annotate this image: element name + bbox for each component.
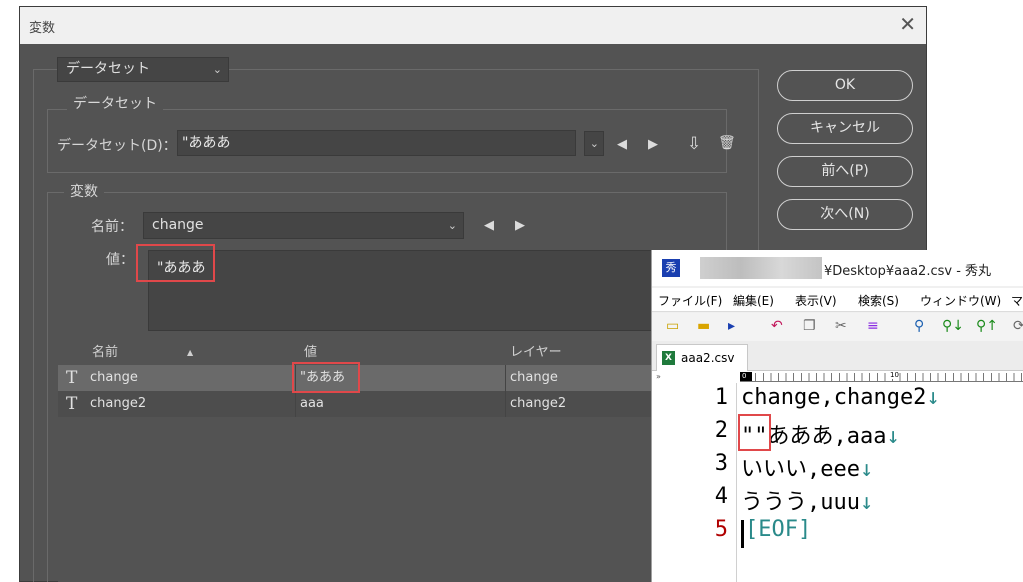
chevron-down-icon: ⌄ (589, 137, 599, 150)
hidemaru-title: ¥Desktop¥aaa2.csv - 秀丸 (824, 264, 992, 279)
line-number: 1 (714, 385, 728, 410)
sort-ascending-icon: ▲ (187, 348, 194, 357)
dataset-dropdown-button[interactable]: ⌄ (584, 131, 604, 156)
import-icon[interactable]: ⇩ (687, 134, 701, 154)
menu-macro[interactable]: マ (1011, 292, 1023, 309)
search-down-icon[interactable]: ⚲↓ (942, 318, 964, 334)
line-number: 4 (714, 484, 728, 509)
dialog-titlebar: 変数 ✕ (20, 7, 926, 44)
code-text: ううう,uuu (741, 490, 860, 515)
type-dropdown[interactable]: データセット ⌄ (57, 57, 229, 82)
hidemaru-titlebar: 秀 ¥Desktop¥aaa2.csv - 秀丸 (652, 250, 1023, 286)
open-folder-icon[interactable]: ▬ (697, 318, 710, 334)
menu-view[interactable]: 表示(V) (795, 292, 837, 309)
excel-file-icon: X (662, 351, 675, 365)
column-header-name[interactable]: 名前 (92, 341, 118, 365)
text-layer-icon: T (66, 368, 78, 388)
menu-file[interactable]: ファイル(F) (658, 292, 722, 309)
column-ruler: 0 10 (740, 371, 1023, 382)
hidemaru-app-icon: 秀 (662, 259, 680, 277)
newline-mark: ↓ (926, 385, 940, 410)
quote-highlight-box (738, 414, 771, 451)
eof-marker: [EOF] (745, 517, 812, 542)
code-line: change,change2↓ (741, 385, 940, 410)
code-text: いいい,eee (741, 457, 860, 482)
menu-window[interactable]: ウィンドウ(W) (920, 292, 1001, 309)
row-name: change (86, 365, 296, 391)
ruler-start: 0 (740, 372, 752, 381)
dataset-label: データセット(D)： (57, 138, 177, 154)
code-text: change,change2 (741, 385, 927, 410)
cut-icon[interactable]: ✂ (835, 318, 847, 334)
dataset-next-icon[interactable]: ▶ (648, 137, 658, 152)
menu-search[interactable]: 検索(S) (858, 292, 899, 309)
ruler-tick-10: 10 (890, 371, 899, 379)
ok-button[interactable]: OK (777, 70, 913, 101)
code-line: いいい,eee↓ (741, 451, 873, 483)
save-icon[interactable]: ▸ (728, 318, 735, 334)
variable-next-icon[interactable]: ▶ (515, 218, 525, 233)
dialog-title: 変数 (29, 21, 56, 36)
line-number: 2 (714, 418, 728, 443)
search-up-icon[interactable]: ⚲↑ (976, 318, 998, 334)
variable-prev-icon[interactable]: ◀ (484, 218, 494, 233)
copy-icon[interactable]: ❐ (803, 318, 816, 334)
dataset-group-legend: データセット (67, 93, 163, 113)
replace-icon[interactable]: ⟳ (1013, 318, 1023, 334)
tab-aaa2-csv[interactable]: X aaa2.csv (656, 344, 748, 371)
dataset-field[interactable]: "あああ (177, 130, 576, 156)
dataset-field-value: "あああ (182, 135, 231, 151)
line-number-current: 5 (714, 517, 728, 542)
row-name: change2 (86, 391, 296, 417)
value-highlight-box (136, 244, 215, 282)
hidemaru-tabbar: X aaa2.csv (652, 341, 1023, 371)
code-line: ううう,uuu↓ (741, 484, 873, 516)
hidemaru-menubar: ファイル(F) 編集(E) 表示(V) 検索(S) ウィンドウ(W) マ (652, 288, 1023, 312)
value-label: 値： (106, 252, 134, 268)
column-header-layer[interactable]: レイヤー (510, 341, 562, 365)
close-icon[interactable]: ✕ (899, 13, 916, 35)
variables-group-legend: 変数 (64, 181, 104, 201)
text-caret (741, 520, 744, 548)
gutter-divider (736, 383, 737, 582)
cell-highlight-box (292, 362, 360, 393)
next-button[interactable]: 次へ(N) (777, 199, 913, 230)
menu-edit[interactable]: 編集(E) (733, 292, 774, 309)
newline-mark: ↓ (859, 457, 874, 482)
redacted-path (700, 257, 822, 279)
line-number: 3 (714, 451, 728, 476)
editor-area[interactable]: » 0 10 1 change,change2↓ 2 ""あああ,aaa↓ 3 … (652, 371, 1023, 582)
newline-mark: ↓ (859, 490, 874, 515)
type-dropdown-value: データセット (66, 61, 150, 77)
name-dropdown[interactable]: change ⌄ (143, 212, 464, 239)
text-layer-icon: T (66, 394, 78, 414)
hidemaru-toolbar: ▭ ▬ ▸ ↶ ❐ ✂ ≡ ⚲ ⚲↓ ⚲↑ ⟳ (652, 313, 1023, 341)
new-file-icon[interactable]: ▭ (666, 318, 679, 334)
chevron-down-icon: ⌄ (447, 219, 457, 232)
undo-icon[interactable]: ↶ (771, 318, 783, 334)
chevron-down-icon: ⌄ (212, 63, 222, 76)
gutter-marker: » (656, 372, 661, 381)
name-label: 名前： (91, 219, 133, 235)
dataset-prev-icon[interactable]: ◀ (617, 137, 627, 152)
hidemaru-window: 秀 ¥Desktop¥aaa2.csv - 秀丸 ファイル(F) 編集(E) 表… (651, 250, 1023, 582)
search-icon[interactable]: ⚲ (914, 318, 924, 334)
newline-mark: ↓ (886, 424, 900, 449)
tab-label: aaa2.csv (681, 351, 735, 365)
row-value: aaa (296, 391, 506, 417)
cancel-button[interactable]: キャンセル (777, 113, 913, 144)
trash-icon[interactable]: 🗑 (718, 135, 736, 151)
name-dropdown-value: change (152, 217, 204, 233)
paste-icon[interactable]: ≡ (867, 318, 879, 334)
prev-button[interactable]: 前へ(P) (777, 156, 913, 187)
